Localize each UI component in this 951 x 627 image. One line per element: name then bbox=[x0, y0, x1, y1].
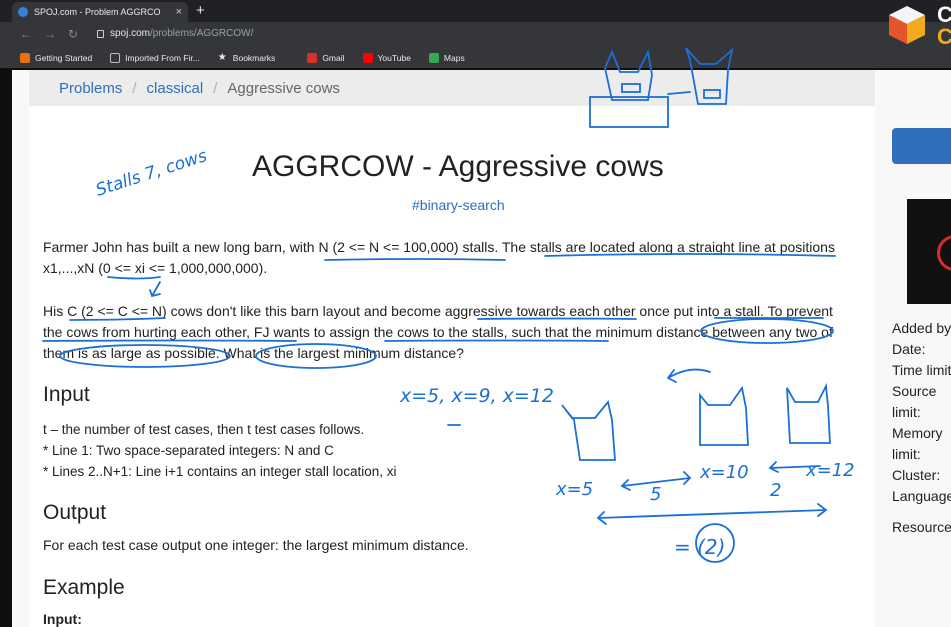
bookmark-label: Imported From Fir... bbox=[125, 53, 200, 63]
breadcrumb-classical[interactable]: classical bbox=[147, 80, 204, 97]
example-heading: Example bbox=[43, 576, 125, 599]
bookmark-label: Gmail bbox=[322, 53, 345, 63]
statement-paragraph-2: His C (2 <= C <= N) cows don't like this… bbox=[43, 303, 833, 361]
bookmark-maps[interactable]: Maps bbox=[428, 53, 465, 63]
breadcrumb-separator: / bbox=[132, 79, 137, 97]
meta-cluster: Cluster: bbox=[892, 467, 941, 483]
youtube-icon bbox=[362, 53, 373, 63]
output-heading: Output bbox=[43, 501, 107, 524]
video-thumbnail[interactable] bbox=[907, 199, 951, 304]
maps-icon bbox=[428, 53, 439, 63]
bookmark-gmail[interactable]: Gmail bbox=[307, 53, 345, 63]
lock-icon bbox=[97, 30, 104, 38]
output-description: For each test case output one integer: t… bbox=[43, 537, 469, 553]
input-heading: Input bbox=[43, 383, 90, 406]
bookmark-imported[interactable]: Imported From Fir... bbox=[110, 53, 200, 63]
problem-meta: Added by: Date: Time limit: Source limit… bbox=[892, 318, 951, 538]
meta-resource: Resource: bbox=[892, 519, 951, 535]
breadcrumb-separator: / bbox=[213, 79, 218, 97]
bookmark-label: Getting Started bbox=[35, 53, 93, 63]
breadcrumb-problems[interactable]: Problems bbox=[59, 80, 122, 97]
close-tab-icon[interactable]: × bbox=[176, 6, 182, 18]
folder-icon bbox=[110, 53, 121, 63]
input-description: t – the number of test cases, then t tes… bbox=[43, 419, 396, 482]
breadcrumb-current: Aggressive cows bbox=[227, 79, 340, 97]
meta-memory-limit: Memory limit: bbox=[892, 425, 943, 462]
forward-arrow-icon[interactable]: → bbox=[44, 27, 56, 41]
reload-icon[interactable]: ↻ bbox=[68, 27, 78, 41]
logo-text-bottom: C bbox=[937, 24, 951, 49]
browser-tab[interactable]: SPOJ.com - Problem AGGRCO × bbox=[12, 2, 188, 22]
play-icon bbox=[937, 235, 951, 271]
example-input-label: Input: bbox=[43, 611, 82, 627]
bookmark-label: Bookmarks bbox=[232, 53, 276, 63]
input-line: * Lines 2..N+1: Line i+1 contains an int… bbox=[43, 464, 397, 479]
bookmark-youtube[interactable]: YouTube bbox=[362, 53, 411, 63]
meta-languages: Languages: bbox=[892, 488, 951, 504]
firefox-icon bbox=[20, 53, 30, 63]
submit-button[interactable] bbox=[892, 128, 951, 164]
star-icon: ★ bbox=[217, 52, 227, 63]
url-path: /problems/AGGRCOW/ bbox=[150, 28, 254, 39]
tag-link[interactable]: #binary-search bbox=[412, 197, 505, 213]
bookmark-label: YouTube bbox=[377, 53, 411, 63]
gmail-icon bbox=[307, 53, 318, 63]
bookmark-getting-started[interactable]: Getting Started bbox=[20, 53, 92, 63]
meta-time-limit: Time limit: bbox=[892, 362, 951, 378]
back-arrow-icon[interactable]: ← bbox=[20, 27, 32, 41]
new-tab-button[interactable]: + bbox=[196, 2, 205, 19]
input-line: t – the number of test cases, then t tes… bbox=[43, 422, 365, 437]
tab-strip: SPOJ.com - Problem AGGRCO × + bbox=[0, 0, 951, 22]
input-line: * Line 1: Two space-separated integers: … bbox=[43, 443, 334, 458]
breadcrumb: Problems / classical / Aggressive cows bbox=[29, 70, 875, 106]
tab-title: SPOJ.com - Problem AGGRCO bbox=[34, 7, 161, 17]
meta-source-limit: Source limit: bbox=[892, 383, 937, 420]
url-host: spoj.com bbox=[110, 28, 151, 39]
problem-title: AGGRCOW - Aggressive cows bbox=[252, 150, 664, 183]
bookmark-label: Maps bbox=[443, 53, 465, 63]
spoj-favicon-icon bbox=[18, 7, 28, 17]
meta-added-by: Added by: bbox=[892, 320, 951, 336]
statement-paragraph-1: Farmer John has built a new long barn, w… bbox=[43, 239, 835, 276]
page-content: Problems / classical / Aggressive cows A… bbox=[12, 70, 951, 627]
browser-toolbar: ← → ↻ spoj.com/problems/AGGRCOW/ bbox=[0, 22, 951, 48]
bookmark-bookmarks[interactable]: ★ Bookmarks bbox=[217, 52, 276, 64]
cube-logo-icon bbox=[889, 6, 925, 44]
meta-date: Date: bbox=[892, 341, 926, 357]
address-bar[interactable]: spoj.com/problems/AGGRCOW/ bbox=[110, 28, 253, 39]
bookmarks-bar: Getting Started Imported From Fir... ★ Bo… bbox=[0, 48, 951, 68]
